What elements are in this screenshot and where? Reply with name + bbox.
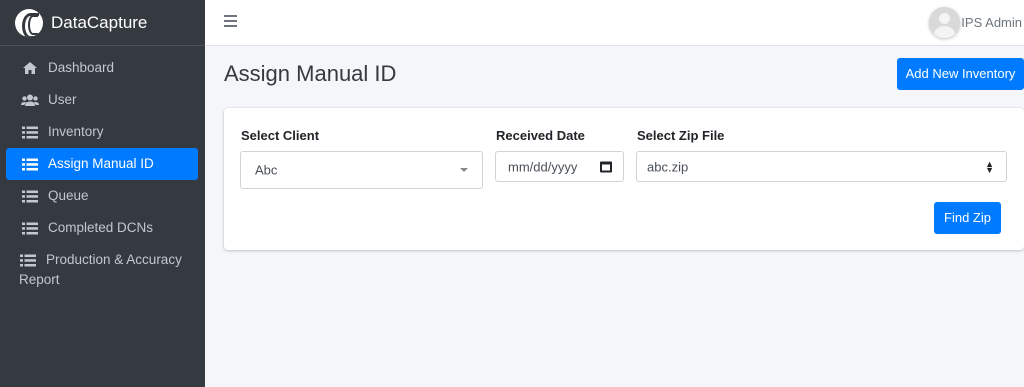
sidebar-item-label: Queue bbox=[48, 188, 89, 203]
received-date-input[interactable]: mm/dd/yyyy bbox=[495, 151, 624, 182]
select-zip-file-label: Select Zip File bbox=[637, 128, 725, 143]
sidebar-item-queue[interactable]: Queue bbox=[6, 180, 198, 212]
sidebar-item-inventory[interactable]: Inventory bbox=[6, 116, 198, 148]
hamburger-menu-icon[interactable] bbox=[224, 15, 237, 27]
top-navbar: IPS Admin bbox=[205, 0, 1024, 46]
sidebar-item-label-line2: Report bbox=[19, 272, 60, 287]
sidebar-item-label: User bbox=[48, 92, 77, 107]
chevron-down-icon bbox=[460, 168, 468, 172]
calendar-icon[interactable] bbox=[600, 161, 612, 172]
list-icon bbox=[21, 155, 39, 173]
users-icon bbox=[21, 91, 39, 109]
list-icon bbox=[21, 187, 39, 205]
received-date-label: Received Date bbox=[496, 128, 585, 143]
user-avatar[interactable] bbox=[929, 7, 960, 38]
brand-name: DataCapture bbox=[51, 12, 148, 32]
sidebar-item-dashboard[interactable]: Dashboard bbox=[6, 52, 198, 84]
list-icon bbox=[21, 123, 39, 141]
sidebar-item-completed-dcns[interactable]: Completed DCNs bbox=[6, 212, 198, 244]
sidebar-item-label: Inventory bbox=[48, 124, 104, 139]
sidebar-item-assign-manual-id[interactable]: Assign Manual ID bbox=[6, 148, 198, 180]
sidebar-item-user[interactable]: User bbox=[6, 84, 198, 116]
sort-arrows-icon: ▲ ▼ bbox=[985, 158, 994, 175]
received-date-placeholder: mm/dd/yyyy bbox=[508, 159, 578, 174]
select-client-label: Select Client bbox=[241, 128, 320, 143]
sidebar-item-label: Assign Manual ID bbox=[48, 156, 154, 171]
sidebar-item-label: Dashboard bbox=[48, 60, 115, 75]
sidebar-item-label: Completed DCNs bbox=[48, 220, 154, 235]
sidebar-item-production-accuracy-report[interactable]: Production & Accuracy Report bbox=[6, 244, 198, 296]
brand-logo bbox=[15, 8, 43, 37]
brand[interactable]: DataCapture bbox=[0, 0, 205, 46]
sidebar: DataCapture Dashboard User Inventory Ass… bbox=[0, 0, 205, 387]
home-icon bbox=[21, 59, 39, 77]
select-client-value: Abc bbox=[255, 162, 278, 178]
select-zip-file-dropdown[interactable]: abc.zip ▲ ▼ bbox=[636, 151, 1007, 182]
select-client-dropdown[interactable]: Abc bbox=[240, 151, 483, 189]
assign-form-card: Select Client Abc Received Date mm/dd/yy… bbox=[224, 108, 1024, 250]
sidebar-item-label: Production & Accuracy bbox=[46, 252, 182, 267]
add-new-inventory-button[interactable]: Add New Inventory bbox=[897, 58, 1024, 90]
select-zip-file-value: abc.zip bbox=[647, 159, 689, 174]
find-zip-button[interactable]: Find Zip bbox=[934, 202, 1001, 234]
user-name[interactable]: IPS Admin bbox=[961, 15, 1022, 30]
page-title: Assign Manual ID bbox=[224, 61, 397, 86]
sidebar-nav: Dashboard User Inventory Assign Manual I… bbox=[0, 46, 205, 296]
list-icon bbox=[21, 219, 39, 237]
list-icon bbox=[19, 251, 37, 269]
